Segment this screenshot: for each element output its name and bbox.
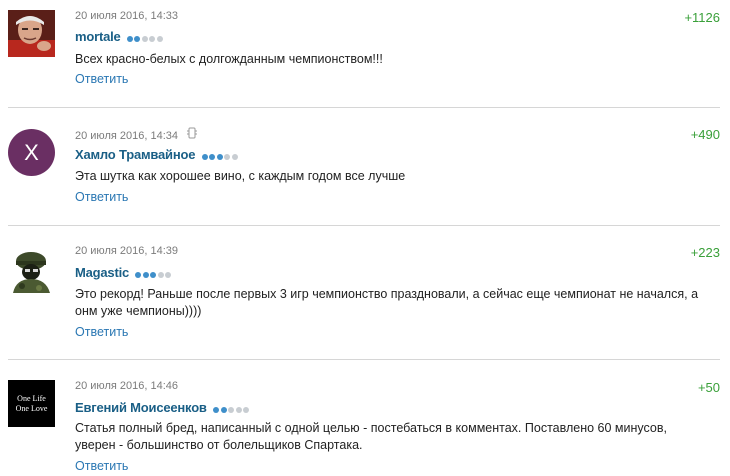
comment-text: Статья полный бред, написанный с одной ц… (75, 421, 667, 452)
author-name[interactable]: Евгений Моисеенков (75, 400, 207, 415)
avatar-photo-icon (8, 10, 55, 57)
comments-list: 20 июля 2016, 14:33 mortale Всех красно-… (0, 0, 730, 476)
avatar[interactable] (8, 246, 55, 293)
user-level-indicator (126, 30, 165, 45)
comment-rating: +223 (690, 245, 720, 260)
comment-text: Это рекорд! Раньше после первых 3 игр че… (75, 287, 699, 318)
divider (8, 225, 720, 226)
avatar-caption: One Life (17, 393, 46, 403)
comment-rating: +1126 (684, 10, 720, 25)
avatar[interactable]: One Life One Love (8, 380, 55, 427)
comment-text: Всех красно-белых с долгожданным чемпион… (75, 52, 383, 66)
avatar-caption: One Love (15, 403, 48, 413)
avatar[interactable] (8, 10, 55, 57)
comment-rating: +490 (690, 127, 720, 142)
mobile-device-icon (187, 127, 198, 142)
author-name[interactable]: Magastic (75, 265, 129, 280)
user-level-indicator (201, 148, 240, 163)
comment-date: 20 июля 2016, 14:33 (75, 10, 178, 22)
reply-link[interactable]: Ответить (75, 459, 128, 473)
avatar[interactable]: Х (8, 129, 55, 176)
author-name[interactable]: mortale (75, 29, 121, 44)
reply-link[interactable]: Ответить (75, 190, 128, 204)
comment-text: Эта шутка как хорошее вино, с каждым год… (75, 169, 406, 183)
author-name[interactable]: Хамло Трамвайное (75, 147, 195, 162)
divider (8, 359, 720, 360)
user-level-indicator (135, 266, 173, 281)
reply-link[interactable]: Ответить (75, 72, 128, 86)
reply-link[interactable]: Ответить (75, 325, 128, 339)
comment-date: 20 июля 2016, 14:34 (75, 127, 198, 142)
comment-date: 20 июля 2016, 14:39 (75, 245, 178, 257)
soldier-avatar-icon (8, 246, 55, 293)
comment-rating: +50 (697, 380, 720, 395)
divider (8, 107, 720, 108)
comment-date: 20 июля 2016, 14:46 (75, 380, 178, 392)
avatar-letter: Х (24, 139, 39, 165)
user-level-indicator (213, 401, 251, 416)
